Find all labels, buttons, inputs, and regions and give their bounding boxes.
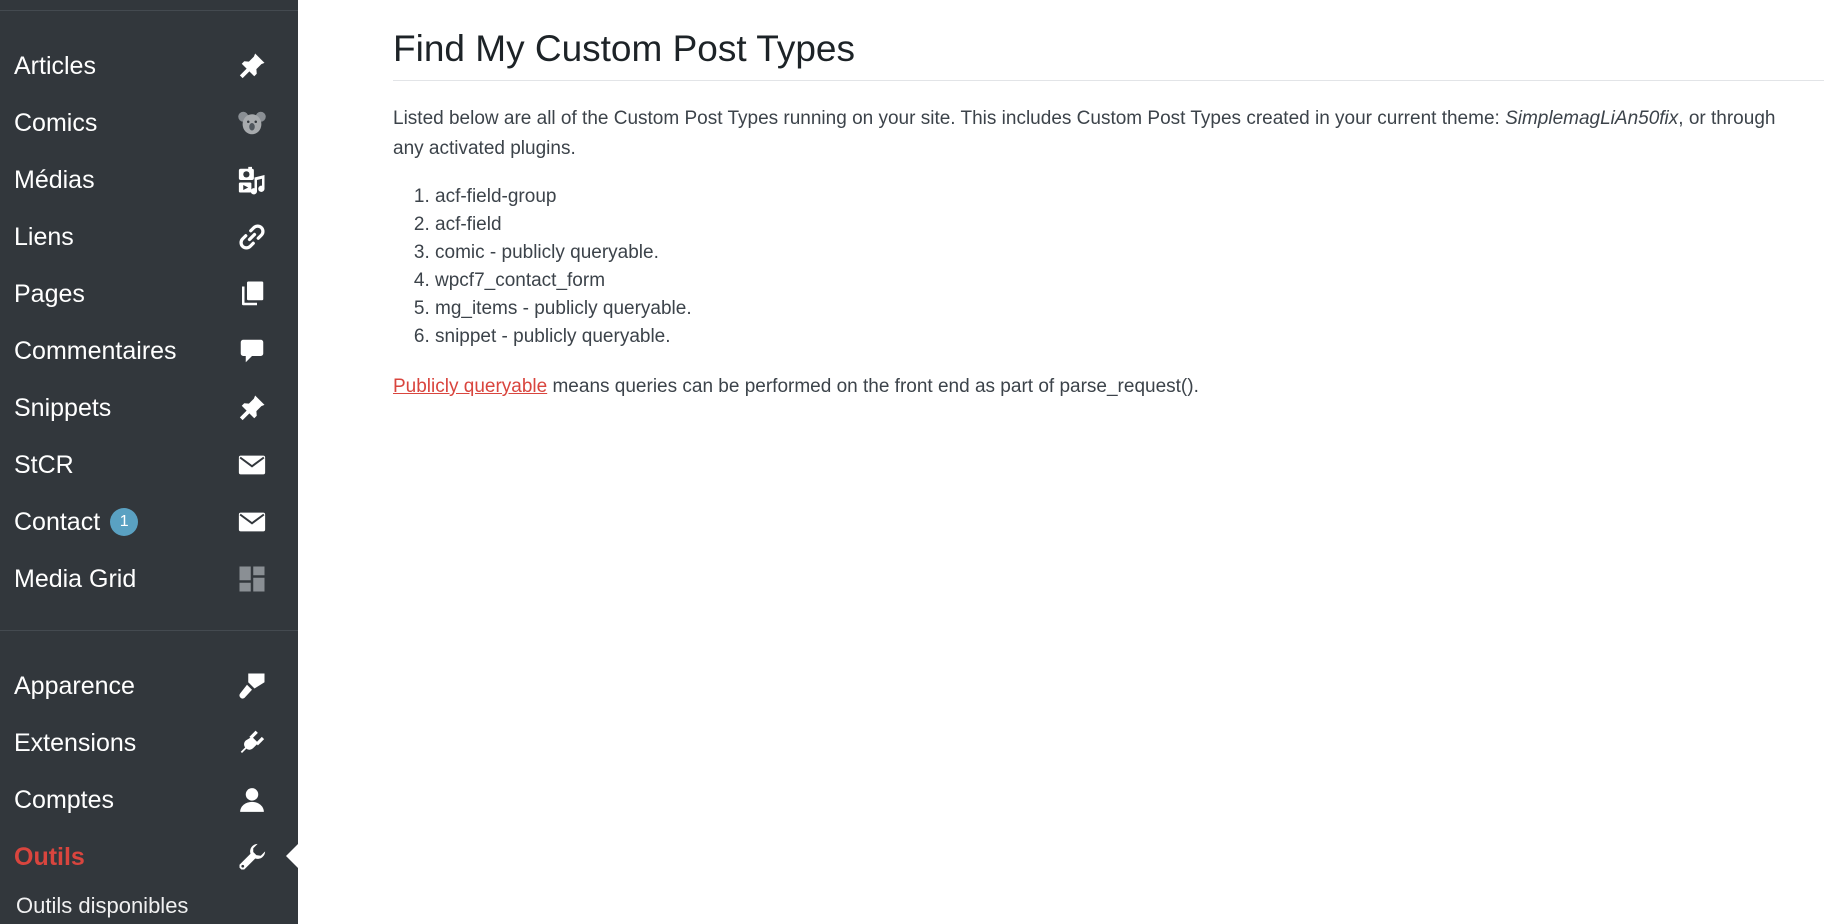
sidebar-item-label: Commentaires	[14, 336, 177, 365]
page: Articles Comics Médias Liens Pages Comme…	[0, 0, 1824, 924]
link-icon	[236, 221, 268, 253]
list-item: snippet - publicly queryable.	[435, 323, 692, 351]
koala-icon	[236, 107, 268, 139]
envelope-icon	[236, 506, 268, 538]
sidebar-item-label: Media Grid	[14, 564, 137, 593]
sidebar-item-label: Liens	[14, 222, 74, 251]
user-icon	[236, 784, 268, 816]
page-title: Find My Custom Post Types	[393, 28, 855, 69]
sidebar-separator	[0, 630, 298, 631]
sidebar-item-stcr[interactable]: StCR	[0, 439, 298, 491]
comment-icon	[236, 335, 268, 367]
pin-icon	[236, 392, 268, 424]
wrench-icon	[236, 841, 268, 873]
sidebar-item-commentaires[interactable]: Commentaires	[0, 325, 298, 377]
plugin-icon	[236, 727, 268, 759]
sidebar-item-label: Articles	[14, 51, 96, 80]
notification-badge: 1	[110, 508, 139, 536]
sidebar-item-label: Apparence	[14, 671, 135, 700]
sidebar-item-liens[interactable]: Liens	[0, 211, 298, 263]
pages-icon	[236, 278, 268, 310]
sidebar-item-label: Médias	[14, 165, 95, 194]
sidebar-item-comptes[interactable]: Comptes	[0, 774, 298, 826]
sidebar-item-comics[interactable]: Comics	[0, 97, 298, 149]
sidebar-item-label: Extensions	[14, 728, 137, 757]
post-type-list: acf-field-group acf-field comic - public…	[393, 183, 692, 351]
list-item: comic - publicly queryable.	[435, 239, 692, 267]
media-icon	[236, 164, 268, 196]
sidebar-item-contact[interactable]: Contact 1	[0, 496, 298, 548]
publicly-queryable-link[interactable]: Publicly queryable	[393, 376, 547, 397]
theme-name: SimplemagLiAn50fix	[1505, 108, 1679, 129]
queryable-note: Publicly queryable means queries can be …	[393, 373, 1199, 401]
paintbrush-icon	[236, 670, 268, 702]
intro-text-before: Listed below are all of the Custom Post …	[393, 108, 1506, 129]
sidebar-item-snippets[interactable]: Snippets	[0, 382, 298, 434]
grid-icon	[236, 563, 268, 595]
sidebar-item-label: Contact 1	[14, 507, 139, 537]
sidebar-item-label: Outils	[14, 842, 85, 871]
sidebar-item-label: Pages	[14, 279, 85, 308]
sidebar-item-medias[interactable]: Médias	[0, 154, 298, 206]
sidebar-item-articles[interactable]: Articles	[0, 40, 298, 92]
sidebar-item-pages[interactable]: Pages	[0, 268, 298, 320]
list-item: wpcf7_contact_form	[435, 267, 692, 295]
sidebar-item-apparence[interactable]: Apparence	[0, 660, 298, 712]
list-item: acf-field	[435, 211, 692, 239]
sidebar-item-outils[interactable]: Outils	[0, 831, 298, 883]
intro-paragraph: Listed below are all of the Custom Post …	[393, 104, 1793, 164]
list-item: mg_items - publicly queryable.	[435, 295, 692, 323]
title-divider	[393, 80, 1824, 81]
main-content: Find My Custom Post Types Listed below a…	[393, 0, 1824, 924]
sidebar-top-divider	[0, 10, 298, 11]
envelope-icon	[236, 449, 268, 481]
sidebar-item-label: Comptes	[14, 785, 115, 814]
admin-sidebar: Articles Comics Médias Liens Pages Comme…	[0, 0, 298, 924]
submenu-item-outils-disponibles[interactable]: Outils disponibles	[16, 893, 188, 919]
note-text: means queries can be performed on the fr…	[547, 376, 1199, 397]
contact-label: Contact	[14, 507, 101, 536]
pin-icon	[236, 50, 268, 82]
sidebar-item-label: Snippets	[14, 393, 112, 422]
list-item: acf-field-group	[435, 183, 692, 211]
sidebar-item-extensions[interactable]: Extensions	[0, 717, 298, 769]
current-menu-arrow	[286, 843, 298, 869]
sidebar-item-media-grid[interactable]: Media Grid	[0, 553, 298, 605]
sidebar-item-label: Comics	[14, 108, 98, 137]
sidebar-item-label: StCR	[14, 450, 74, 479]
